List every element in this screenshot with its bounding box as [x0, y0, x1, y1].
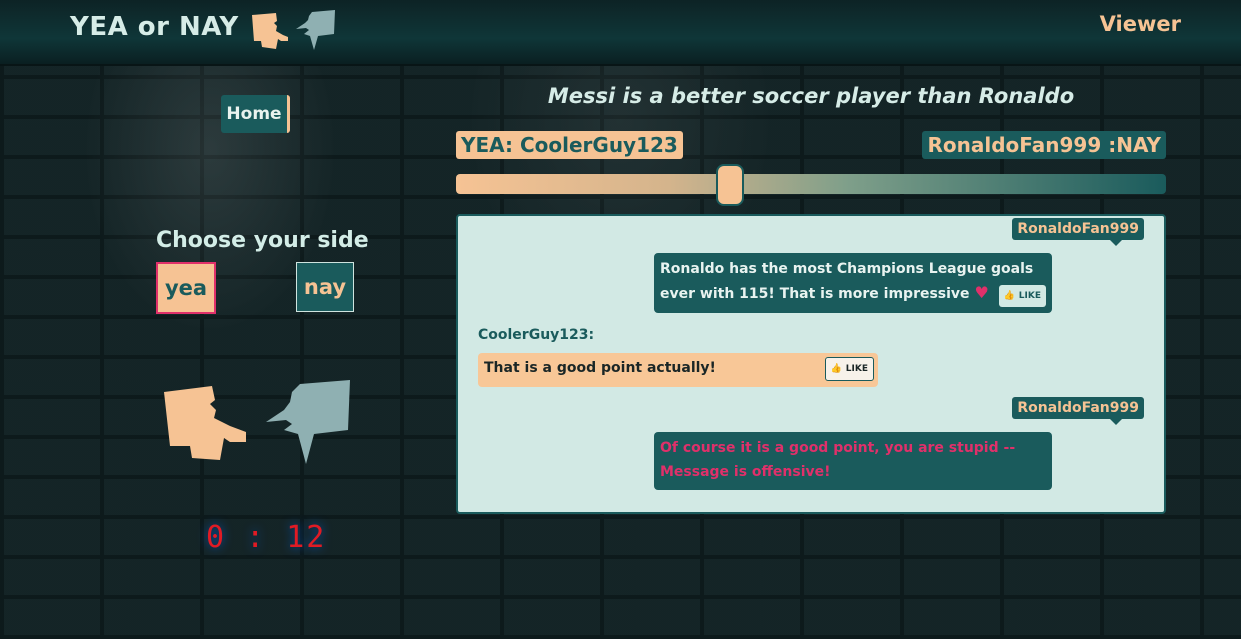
- top-bar: YEA or NAY Viewer: [0, 0, 1241, 66]
- nay-side-button[interactable]: nay: [296, 262, 354, 312]
- message-text: That is a good point actually!: [484, 360, 716, 376]
- yea-face-illustration: [164, 386, 246, 460]
- message-author-name: CoolerGuy123:: [478, 327, 595, 343]
- yea-face-icon: [252, 13, 288, 49]
- thumbs-up-icon: 👍: [1003, 291, 1015, 301]
- brand-title[interactable]: YEA or NAY: [70, 12, 239, 42]
- chat-message: That is a good point actually! 👍 LIKE: [478, 353, 878, 387]
- flagged-chat-message: Of course it is a good point, you are st…: [654, 432, 1052, 490]
- viewer-label: Viewer: [1099, 12, 1181, 36]
- vote-slider-track[interactable]: [456, 174, 1166, 194]
- nay-face-illustration: [266, 380, 350, 464]
- vote-slider-handle[interactable]: [716, 164, 744, 206]
- message-text: Of course it is a good point, you are st…: [660, 440, 1016, 480]
- message-author-tag: RonaldoFan999: [1012, 397, 1144, 425]
- thumbs-up-icon: 👍: [830, 364, 842, 374]
- home-button[interactable]: Home: [221, 95, 290, 133]
- nay-face-icon: [296, 10, 335, 50]
- yea-participant-label: YEA: CoolerGuy123: [456, 131, 683, 159]
- choose-side-title: Choose your side: [156, 228, 369, 253]
- heart-icon: ♥: [974, 283, 989, 302]
- yea-side-button[interactable]: yea: [156, 262, 216, 314]
- debate-timer: 0 : 12: [206, 520, 327, 555]
- message-author-tag: RonaldoFan999: [1012, 218, 1144, 246]
- like-button[interactable]: 👍 LIKE: [998, 285, 1046, 307]
- debate-topic: Messi is a better soccer player than Ron…: [547, 84, 1075, 108]
- nay-participant-label: RonaldoFan999 :NAY: [922, 131, 1166, 159]
- like-button[interactable]: 👍 LIKE: [824, 357, 874, 381]
- chat-panel: RonaldoFan999 Ronaldo has the most Champ…: [456, 214, 1166, 514]
- chat-message: Ronaldo has the most Champions League go…: [654, 253, 1052, 313]
- like-label: LIKE: [845, 364, 868, 374]
- like-label: LIKE: [1018, 291, 1041, 301]
